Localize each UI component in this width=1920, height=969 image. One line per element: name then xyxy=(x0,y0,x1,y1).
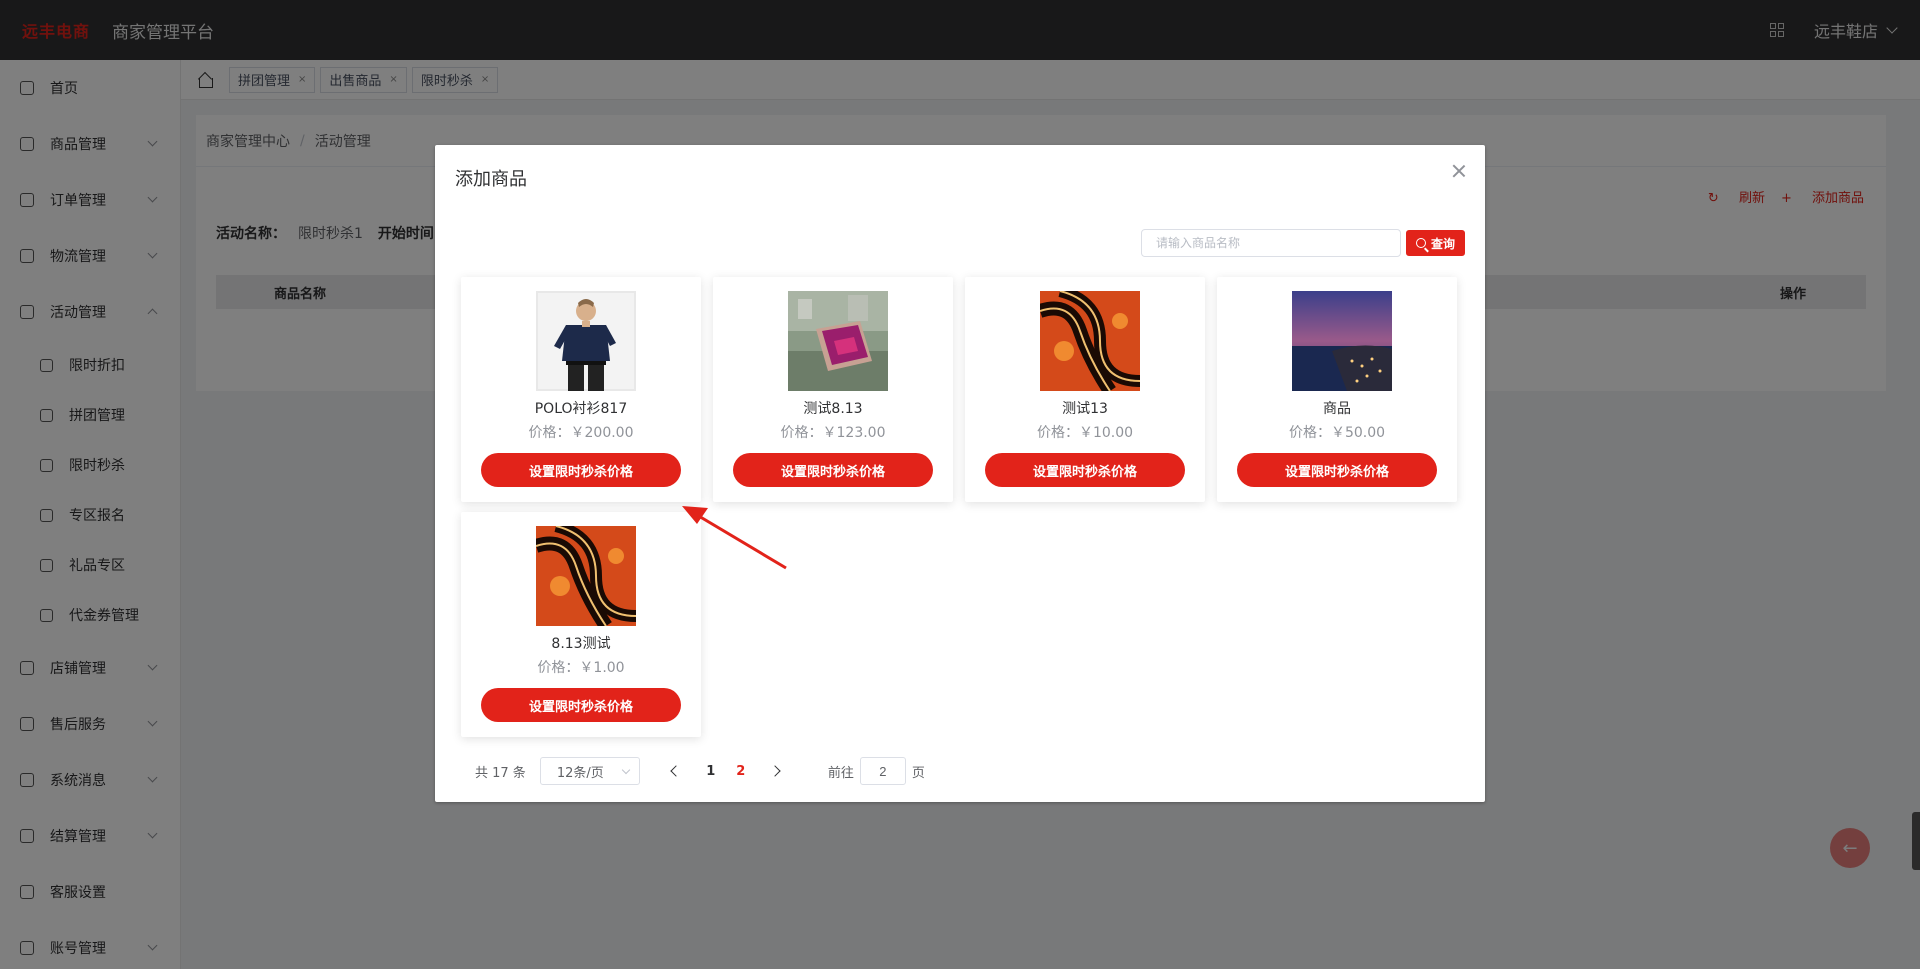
search-button[interactable]: 查询 xyxy=(1405,230,1465,256)
search-button-label: 查询 xyxy=(1430,236,1455,251)
product-name: POLO衬衫817 xyxy=(534,401,628,417)
product-card: 测试8.13 价格：￥123.00 设置限时秒杀价格 xyxy=(713,277,953,502)
product-image xyxy=(788,291,888,391)
product-card: 8.13测试 价格：￥1.00 设置限时秒杀价格 xyxy=(461,512,701,737)
product-card: 测试13 价格：￥10.00 设置限时秒杀价格 xyxy=(965,277,1205,502)
set-flash-price-button[interactable]: 设置限时秒杀价格 xyxy=(985,453,1185,487)
product-card: 商品 价格：￥50.00 设置限时秒杀价格 xyxy=(1217,277,1457,502)
product-card: POLO衬衫817 价格：￥200.00 设置限时秒杀价格 xyxy=(461,277,701,502)
page-number-active[interactable]: 2 xyxy=(726,757,756,785)
page-size-select[interactable]: 12条/页 xyxy=(539,757,640,785)
set-flash-price-button[interactable]: 设置限时秒杀价格 xyxy=(481,453,681,487)
goto-label: 前往 xyxy=(827,765,854,781)
set-flash-price-button[interactable]: 设置限时秒杀价格 xyxy=(481,688,681,722)
product-name: 测试8.13 xyxy=(803,401,863,417)
product-price: 价格：￥10.00 xyxy=(1036,425,1134,441)
product-name: 测试13 xyxy=(1062,401,1108,417)
product-image xyxy=(536,291,636,391)
product-name: 8.13测试 xyxy=(551,636,611,652)
prev-page-button[interactable] xyxy=(660,757,690,785)
product-price: 价格：￥50.00 xyxy=(1288,425,1386,441)
dialog-title: 添加商品 xyxy=(455,169,527,190)
page-jump: 前往 页 xyxy=(828,757,925,785)
product-price: 价格：￥123.00 xyxy=(780,425,886,441)
search-bar: 查询 xyxy=(1140,229,1465,257)
page-number[interactable]: 1 xyxy=(696,757,726,785)
product-price: 价格：￥1.00 xyxy=(537,660,625,676)
add-goods-dialog: 添加商品 查询 xyxy=(435,145,1485,802)
product-image xyxy=(1292,291,1392,391)
product-image xyxy=(1040,291,1140,391)
chevron-down-icon xyxy=(621,765,631,775)
search-icon xyxy=(1415,238,1426,248)
close-icon[interactable] xyxy=(1451,163,1467,179)
goto-page-input[interactable] xyxy=(859,757,906,785)
set-flash-price-button[interactable]: 设置限时秒杀价格 xyxy=(733,453,933,487)
next-page-button[interactable] xyxy=(762,757,792,785)
page-suffix: 页 xyxy=(911,765,925,781)
set-flash-price-button[interactable]: 设置限时秒杀价格 xyxy=(1237,453,1437,487)
pagination: 共 17 条 12条/页 1 2 前往 页 xyxy=(475,757,925,785)
page-size-value: 12条/页 xyxy=(556,765,604,781)
pagination-total: 共 17 条 xyxy=(475,765,526,781)
search-input[interactable] xyxy=(1140,229,1401,257)
product-price: 价格：￥200.00 xyxy=(528,425,634,441)
product-name: 商品 xyxy=(1323,401,1351,417)
product-image xyxy=(536,526,636,626)
